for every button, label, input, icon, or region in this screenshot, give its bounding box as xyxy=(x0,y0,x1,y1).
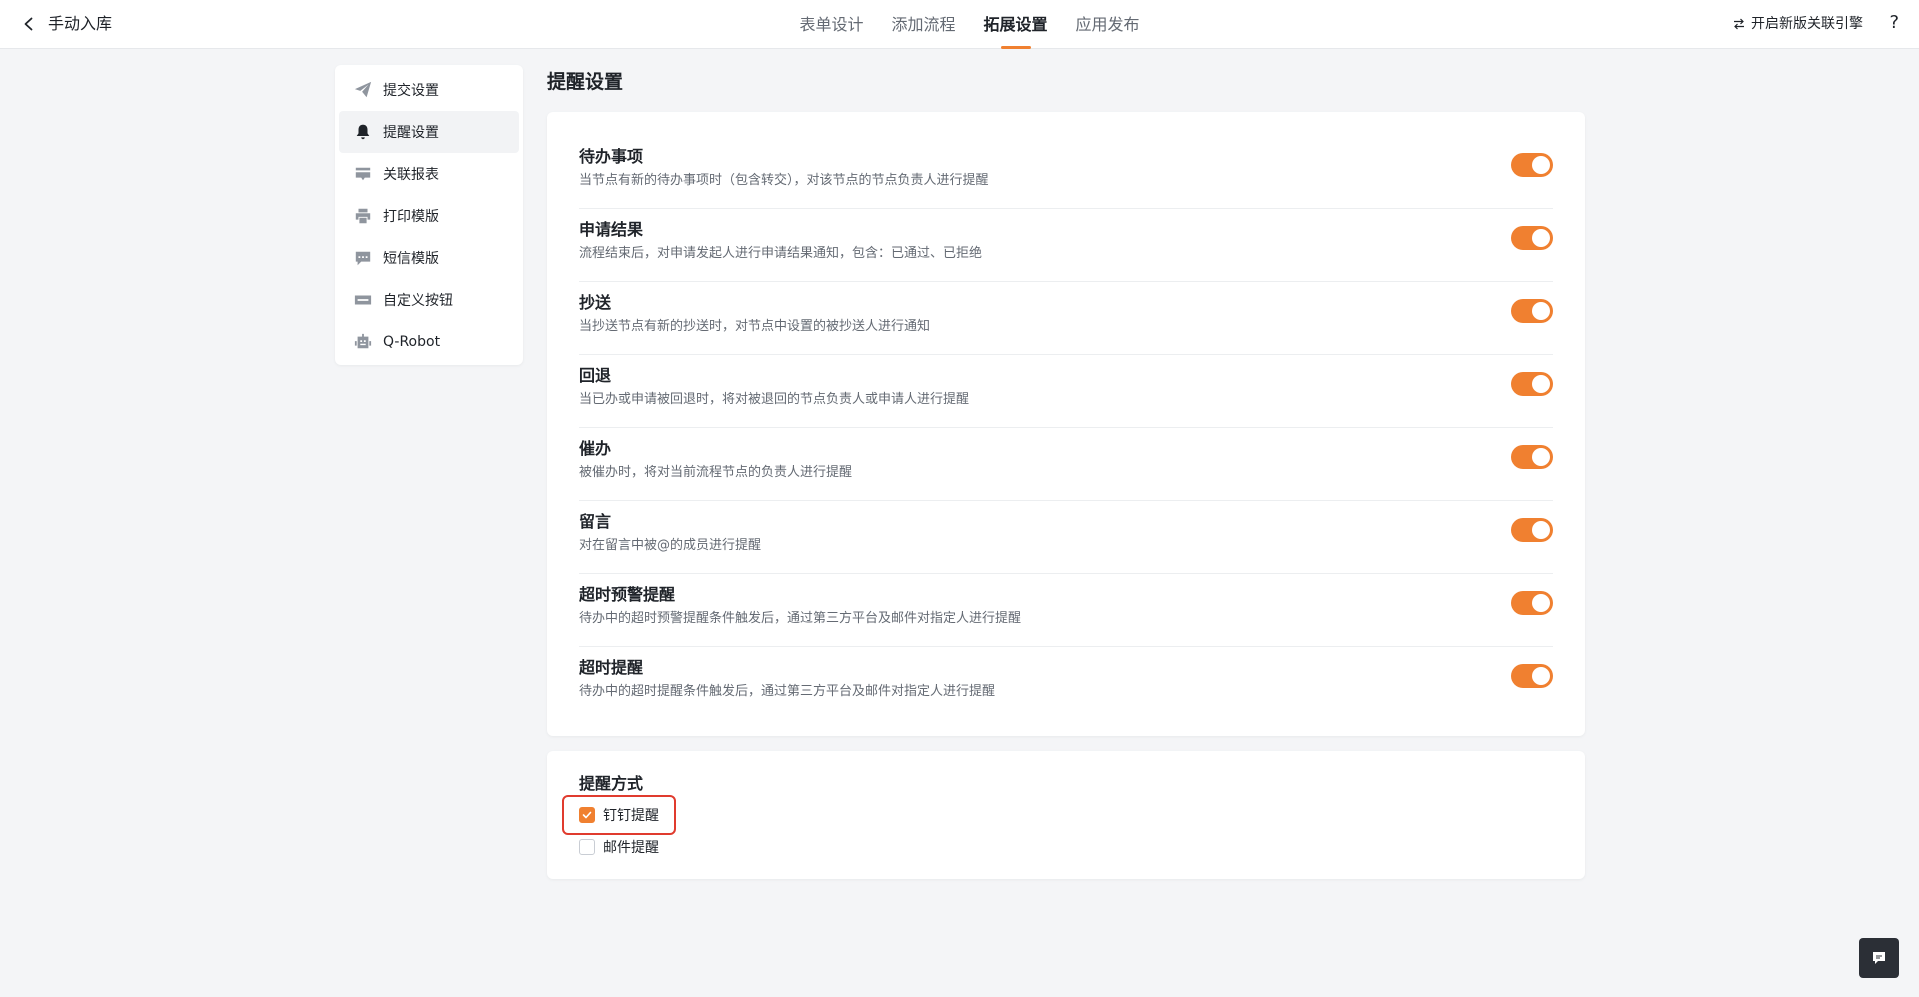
tab-app-publish[interactable]: 应用发布 xyxy=(1076,0,1140,49)
sidebar-item-print-template[interactable]: 打印模版 xyxy=(339,195,519,237)
paper-plane-icon xyxy=(353,80,373,100)
rule-title: 申请结果 xyxy=(579,220,644,239)
sidebar-item-label: 短信模版 xyxy=(383,251,439,267)
chat-button[interactable] xyxy=(1859,938,1899,978)
swap-icon xyxy=(1734,18,1744,30)
rule-description: 被催办时，将对当前流程节点的负责人进行提醒 xyxy=(579,465,853,480)
sidebar-item-label: 关联报表 xyxy=(383,167,439,183)
rule-description: 待办中的超时提醒条件触发后，通过第三方平台及邮件对指定人进行提醒 xyxy=(579,684,996,699)
toggle-urge[interactable] xyxy=(1511,445,1553,469)
sidebar-item-submit-settings[interactable]: 提交设置 xyxy=(339,69,519,111)
help-icon[interactable]: ? xyxy=(1889,10,1899,36)
toggle-rollback[interactable] xyxy=(1511,372,1553,396)
sidebar-item-custom-button[interactable]: 自定义按钮 xyxy=(339,279,519,321)
message-icon xyxy=(353,248,373,268)
tab-add-process[interactable]: 添加流程 xyxy=(891,0,955,49)
rule-description: 对在留言中被@的成员进行提醒 xyxy=(579,538,762,553)
robot-icon xyxy=(353,332,373,352)
method-dingtalk[interactable]: 钉钉提醒 xyxy=(579,803,1553,827)
sidebar-item-label: 提醒设置 xyxy=(383,125,439,141)
rule-row-timeout-warning: 超时预警提醒 待办中的超时预警提醒条件触发后，通过第三方平台及邮件对指定人进行提… xyxy=(579,574,1553,647)
rule-title: 超时预警提醒 xyxy=(579,585,676,604)
rule-description: 当抄送节点有新的抄送时，对节点中设置的被抄送人进行通知 xyxy=(579,319,931,334)
rule-description: 当已办或申请被回退时，将对被退回的节点负责人或申请人进行提醒 xyxy=(579,392,970,407)
tab-form-design[interactable]: 表单设计 xyxy=(799,0,863,49)
reminder-rules-card: 待办事项 当节点有新的待办事项时（包含转交），对该节点的节点负责人进行提醒 申请… xyxy=(547,112,1585,736)
toggle-timeout-warning[interactable] xyxy=(1511,591,1553,615)
chat-bubble-icon xyxy=(1873,952,1885,964)
rule-title: 待办事项 xyxy=(579,147,644,166)
rule-row-apply-result: 申请结果 流程结束后，对申请发起人进行申请结果通知，包含：已通过、已拒绝 xyxy=(579,209,1553,282)
top-header: 手动入库 表单设计 添加流程 拓展设置 应用发布 开启新版关联引擎 ? xyxy=(0,0,1919,49)
nav-tabs: 表单设计 添加流程 拓展设置 应用发布 xyxy=(0,0,1919,49)
sidebar-item-label: 提交设置 xyxy=(383,83,439,99)
rule-title: 催办 xyxy=(579,439,612,458)
rule-row-cc: 抄送 当抄送节点有新的抄送时，对节点中设置的被抄送人进行通知 xyxy=(579,282,1553,355)
method-label: 邮件提醒 xyxy=(603,840,659,856)
sidebar-item-label: 自定义按钮 xyxy=(383,293,453,309)
methods-title: 提醒方式 xyxy=(579,774,644,793)
rule-description: 流程结束后，对申请发起人进行申请结果通知，包含：已通过、已拒绝 xyxy=(579,246,983,261)
rule-title: 抄送 xyxy=(579,293,612,312)
rule-row-urge: 催办 被催办时，将对当前流程节点的负责人进行提醒 xyxy=(579,428,1553,501)
page-title: 提醒设置 xyxy=(547,71,624,93)
dingtalk-checkbox[interactable] xyxy=(579,807,595,823)
rule-description: 待办中的超时预警提醒条件触发后，通过第三方平台及邮件对指定人进行提醒 xyxy=(579,611,1022,626)
rule-row-rollback: 回退 当已办或申请被回退时，将对被退回的节点负责人或申请人进行提醒 xyxy=(579,355,1553,428)
printer-icon xyxy=(353,206,373,226)
report-icon xyxy=(353,164,373,184)
sidebar-item-label: Q-Robot xyxy=(383,334,441,350)
toggle-apply-result[interactable] xyxy=(1511,226,1553,250)
rule-title: 留言 xyxy=(579,512,612,531)
button-icon xyxy=(353,290,373,310)
rule-row-comment: 留言 对在留言中被@的成员进行提醒 xyxy=(579,501,1553,574)
enable-engine-label: 开启新版关联引擎 xyxy=(1751,16,1863,32)
sidebar-item-related-report[interactable]: 关联报表 xyxy=(339,153,519,195)
sidebar-item-reminder-settings[interactable]: 提醒设置 xyxy=(339,111,519,153)
rule-title: 超时提醒 xyxy=(579,658,644,677)
reminder-methods-card: 提醒方式 钉钉提醒 邮件提醒 xyxy=(547,751,1585,879)
method-email[interactable]: 邮件提醒 xyxy=(579,835,1553,859)
rule-row-todo: 待办事项 当节点有新的待办事项时（包含转交），对该节点的节点负责人进行提醒 xyxy=(579,136,1553,209)
email-checkbox[interactable] xyxy=(579,839,595,855)
method-label: 钉钉提醒 xyxy=(603,808,659,824)
toggle-cc[interactable] xyxy=(1511,299,1553,323)
enable-engine-button[interactable]: 开启新版关联引擎 xyxy=(1733,13,1863,35)
sidebar-item-label: 打印模版 xyxy=(383,209,439,225)
rule-row-timeout: 超时提醒 待办中的超时提醒条件触发后，通过第三方平台及邮件对指定人进行提醒 xyxy=(579,647,1553,720)
check-icon xyxy=(582,811,592,819)
sidebar-item-sms-template[interactable]: 短信模版 xyxy=(339,237,519,279)
tab-extension-settings[interactable]: 拓展设置 xyxy=(984,0,1048,49)
toggle-comment[interactable] xyxy=(1511,518,1553,542)
bell-icon xyxy=(353,122,373,142)
rule-title: 回退 xyxy=(579,366,612,385)
settings-sidebar: 提交设置 提醒设置 关联报表 打印模版 短信模版 自定义按钮 Q-Robot xyxy=(335,65,523,365)
sidebar-item-q-robot[interactable]: Q-Robot xyxy=(339,321,519,363)
toggle-todo[interactable] xyxy=(1511,153,1553,177)
toggle-timeout[interactable] xyxy=(1511,664,1553,688)
rule-description: 当节点有新的待办事项时（包含转交），对该节点的节点负责人进行提醒 xyxy=(579,173,989,188)
